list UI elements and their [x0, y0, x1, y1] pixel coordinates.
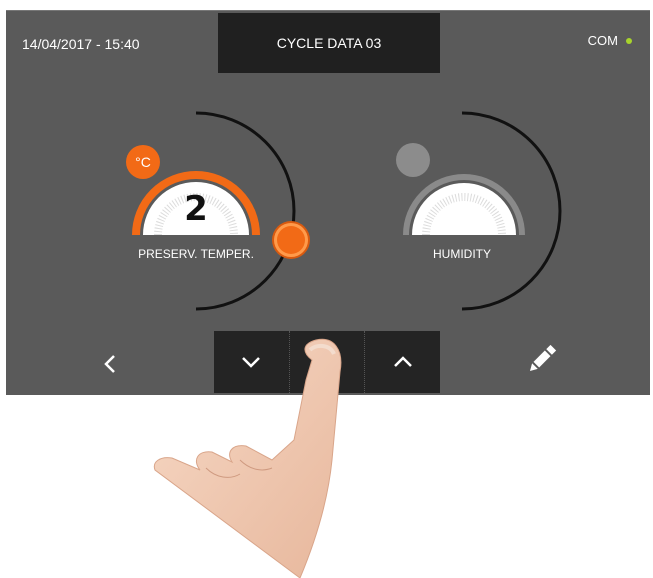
pointing-hand-illustration [153, 338, 342, 578]
